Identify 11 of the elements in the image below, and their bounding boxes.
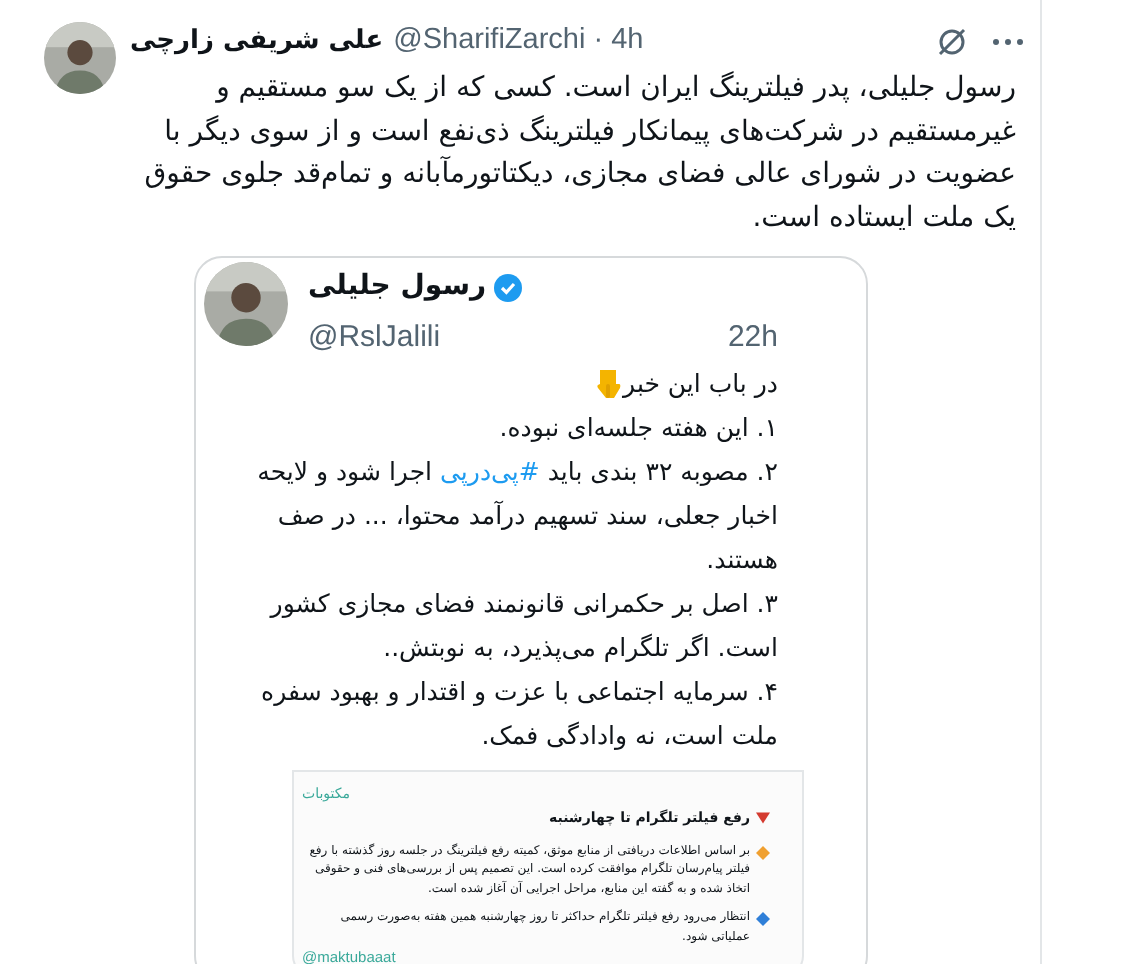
tweet-text: رسول جلیلی، پدر فیلترینگ ایران است. کسی که از یک سو مستقیم و غیرمستقیم در شرکت‌های پیمانکار فیلترینگ ذی‌نفع است و از سوی دیگر با عضویت در شورای عالی فضای مجازی، دیکتاتورمآبانه و تمام‌قد جلوی حقوق یک ملت ایستاده است.	[142, 69, 1018, 237]
author-handle[interactable]: @SharifiZarchi · 4h	[393, 20, 644, 64]
tweet-text: در باب این خبر	[623, 365, 778, 402]
author-handle[interactable]: @RslJalili	[308, 316, 441, 361]
tweet-text: ۴. سرمایه اجتماعی با عزت و اقتدار و بهبود سفره ملت است، نه واداد‌گی فمک.	[259, 673, 778, 754]
tweet-text: ۱. این هفته جلسه‌ای نبوده.	[497, 409, 778, 446]
author-name[interactable]: علی شریفی زارچی	[130, 22, 384, 62]
tweet-time: 22h	[727, 318, 778, 358]
tweet-text: ۲. مصوبه ۳۲ بندی باید #پی‌درپی اجرا شود و لایحه اخبار جعلی، سند تسهیم درآمد محتوا، ... در صف هستند.	[255, 453, 778, 577]
tweet-text: ۳. اصل بر حکمرانی قانونمند فضای مجازی کشور است. اگر تلگرام می‌پذیرد، به نوبتش..	[267, 585, 778, 666]
author-name[interactable]: رسول جلیلی	[308, 266, 487, 308]
